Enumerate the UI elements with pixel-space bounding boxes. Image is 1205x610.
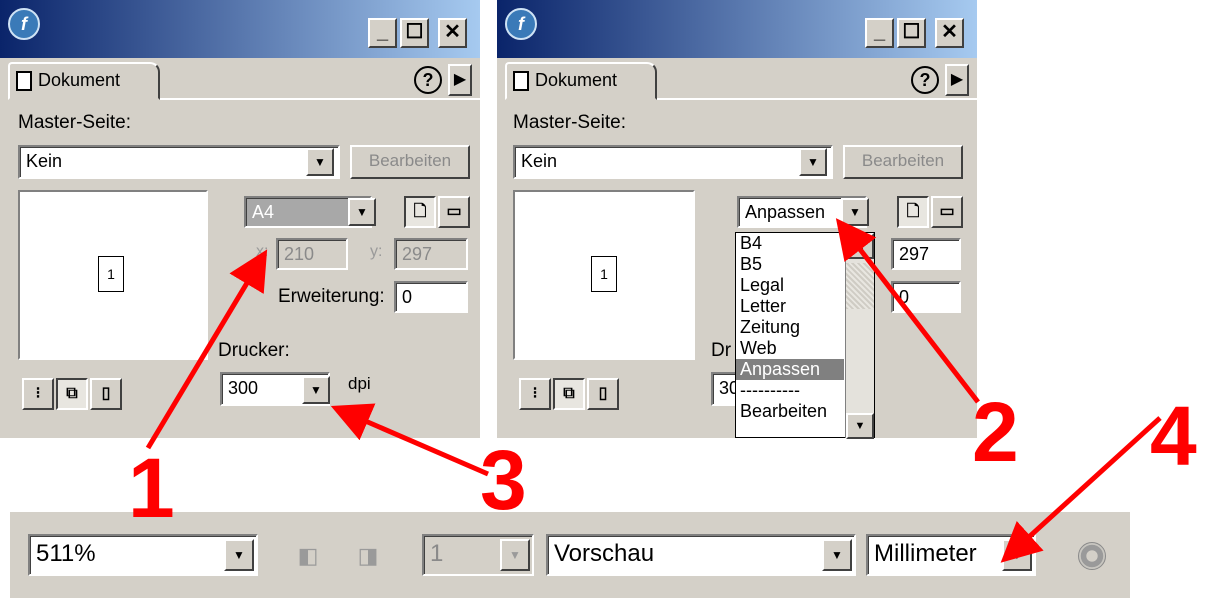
panel-menu-icon[interactable]: ▶ — [945, 64, 969, 96]
scroll-up-icon[interactable]: ▲ — [846, 233, 874, 259]
y-field[interactable]: 297 — [891, 238, 961, 270]
dropdown-scrollbar[interactable]: ▲ ▼ — [845, 233, 874, 439]
dropdown-arrow-icon[interactable]: ▼ — [500, 539, 530, 571]
bleed-value: 0 — [899, 287, 910, 307]
bleed-field[interactable]: 0 — [394, 281, 468, 313]
title-bar[interactable]: f _ ☐ ✕ — [0, 0, 480, 58]
tab-divider — [657, 98, 977, 100]
document-icon — [16, 71, 32, 91]
tab-document[interactable]: Dokument — [505, 62, 657, 100]
dots-view-icon[interactable]: ⁝ — [22, 378, 54, 410]
scroll-down-icon[interactable]: ▼ — [846, 413, 874, 439]
dropdown-arrow-icon[interactable]: ▼ — [1002, 539, 1032, 571]
app-icon: f — [8, 8, 40, 40]
tab-label: Dokument — [535, 70, 618, 90]
printer-label: Drucker: — [218, 340, 290, 361]
paper-size-value: A4 — [252, 202, 275, 222]
master-page-select[interactable]: Kein — [513, 145, 833, 179]
edit-button[interactable]: Bearbeiten — [350, 145, 470, 179]
portrait-icon[interactable]: 🗋 — [404, 196, 436, 228]
tab-document[interactable]: Dokument — [8, 62, 160, 100]
bleed-field[interactable]: 0 — [891, 281, 961, 313]
document-panel-left: f _ ☐ ✕ Dokument ? ▶ Master-Seite: Kein … — [0, 0, 480, 438]
pages-view-icon[interactable]: ⧉ — [56, 378, 88, 410]
master-page-label: Master-Seite: — [513, 112, 626, 133]
tab-divider — [160, 98, 480, 100]
scroll-thumb[interactable] — [846, 263, 874, 309]
next-page-icon[interactable]: ◨ — [354, 536, 382, 576]
page-preview: 1 — [513, 190, 695, 360]
dropdown-arrow-icon[interactable]: ▼ — [841, 198, 869, 226]
app-icon: f — [505, 8, 537, 40]
close-icon[interactable]: ✕ — [438, 18, 467, 48]
y-value: 297 — [402, 244, 433, 264]
document-panel-right: f _ ☐ ✕ Dokument ? ▶ Master-Seite: Kein … — [497, 0, 977, 439]
dropdown-arrow-icon[interactable]: ▼ — [224, 539, 254, 571]
dropdown-arrow-icon[interactable]: ▼ — [799, 148, 827, 176]
page-number-box: 1 — [98, 256, 124, 292]
dropdown-arrow-icon[interactable]: ▼ — [822, 539, 852, 571]
paper-size-value: Anpassen — [745, 202, 826, 222]
dots-view-icon[interactable]: ⁝ — [519, 378, 551, 410]
x-value: 210 — [284, 244, 315, 264]
annotation-number-4: 4 — [1150, 389, 1197, 483]
edit-button[interactable]: Bearbeiten — [843, 145, 963, 179]
previous-page-icon[interactable]: ◧ — [294, 536, 322, 576]
y-field[interactable]: 297 — [394, 238, 468, 270]
page-value: 1 — [430, 540, 444, 567]
panel-menu-icon[interactable]: ▶ — [448, 64, 472, 96]
portrait-icon[interactable]: 🗋 — [897, 196, 929, 228]
printer-label: Dr — [711, 340, 732, 361]
x-label: x: — [256, 243, 269, 260]
document-icon — [513, 71, 529, 91]
view-mode-select[interactable]: Vorschau — [546, 534, 856, 576]
landscape-icon[interactable]: ▭ — [931, 196, 963, 228]
dpi-unit: dpi — [348, 374, 371, 393]
x-field[interactable]: 210 — [276, 238, 348, 270]
dpi-value: 300 — [228, 378, 259, 398]
annotation-number-2: 2 — [972, 385, 1019, 479]
master-page-label: Master-Seite: — [18, 112, 131, 133]
minimize-icon[interactable]: _ — [368, 18, 397, 48]
view-mode-value: Vorschau — [554, 540, 655, 567]
maximize-icon[interactable]: ☐ — [400, 18, 429, 48]
zoom-value: 511% — [36, 540, 96, 567]
landscape-icon[interactable]: ▭ — [438, 196, 470, 228]
help-icon[interactable]: ? — [414, 66, 442, 94]
dropdown-arrow-icon[interactable]: ▼ — [302, 376, 330, 404]
page-number-box: 1 — [591, 256, 617, 292]
dropdown-arrow-icon[interactable]: ▼ — [348, 198, 376, 226]
bleed-value: 0 — [402, 287, 413, 307]
help-icon[interactable]: ? — [911, 66, 939, 94]
annotation-number-3: 3 — [480, 433, 527, 527]
bleed-label: Erweiterung: — [278, 286, 385, 307]
single-page-icon[interactable]: ▯ — [587, 378, 619, 410]
pages-view-icon[interactable]: ⧉ — [553, 378, 585, 410]
master-page-select[interactable]: Kein — [18, 145, 340, 179]
master-page-value: Kein — [521, 151, 558, 171]
close-icon[interactable]: ✕ — [935, 18, 964, 48]
option-anpassen[interactable]: Anpassen — [736, 359, 844, 380]
y-label: y: — [370, 243, 383, 260]
minimize-icon[interactable]: _ — [865, 18, 894, 48]
y-value: 297 — [899, 244, 930, 264]
maximize-icon[interactable]: ☐ — [897, 18, 926, 48]
master-page-value: Kein — [26, 151, 63, 171]
title-bar[interactable]: f _ ☐ ✕ — [497, 0, 977, 58]
render-status-icon — [1078, 542, 1106, 570]
page-preview: 1 — [18, 190, 208, 360]
single-page-icon[interactable]: ▯ — [90, 378, 122, 410]
status-toolbar: 511% ▼ ◧ ◨ 1 ▼ Vorschau ▼ Millimeter ▼ — [10, 512, 1130, 598]
tab-label: Dokument — [38, 70, 121, 90]
dropdown-arrow-icon[interactable]: ▼ — [306, 148, 334, 176]
annotation-number-1: 1 — [128, 441, 175, 535]
units-value: Millimeter — [874, 540, 977, 567]
